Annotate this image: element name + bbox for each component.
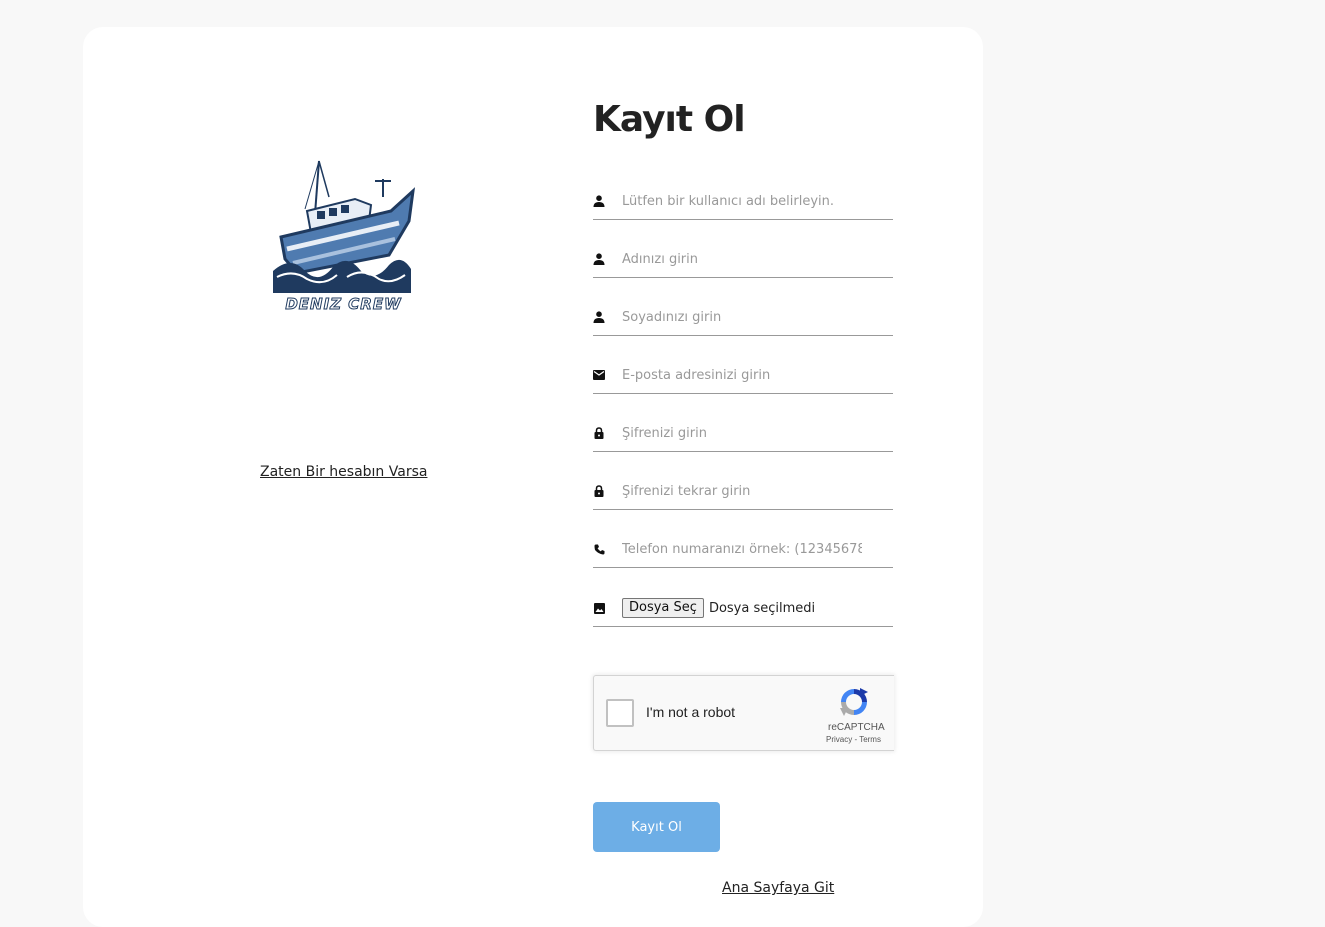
photo-upload-field: Dosya Seç Dosya seçilmedi: [593, 590, 893, 627]
register-card: DENIZ CREW Zaten Bir hesabın Varsa Kayıt…: [83, 27, 983, 927]
email-input[interactable]: [622, 367, 862, 383]
username-field: [593, 183, 893, 220]
password-confirm-input[interactable]: [622, 483, 862, 499]
password-confirm-field: [593, 473, 893, 510]
logo-text: DENIZ CREW: [285, 295, 402, 314]
recaptcha-logo-icon: [840, 688, 868, 716]
phone-input[interactable]: [622, 541, 862, 557]
home-page-link[interactable]: Ana Sayfaya Git: [722, 880, 834, 896]
recaptcha-checkbox[interactable]: [606, 699, 634, 727]
phone-icon: [593, 543, 605, 555]
person-icon: [593, 195, 605, 207]
first-name-field: [593, 241, 893, 278]
file-status-text: Dosya seçilmedi: [708, 600, 816, 616]
recaptcha-label: I'm not a robot: [646, 704, 736, 720]
first-name-input[interactable]: [622, 251, 862, 267]
person-icon: [593, 311, 605, 323]
mail-icon: [593, 369, 605, 381]
password-field: [593, 415, 893, 452]
existing-account-link[interactable]: Zaten Bir hesabın Varsa: [260, 464, 427, 480]
recaptcha-links[interactable]: Privacy - Terms: [826, 735, 881, 744]
choose-file-button[interactable]: Dosya Seç: [622, 598, 704, 618]
deniz-crew-logo: DENIZ CREW: [271, 159, 416, 321]
email-field: [593, 357, 893, 394]
image-icon: [593, 602, 605, 614]
lock-icon: [593, 485, 605, 497]
person-icon: [593, 253, 605, 265]
last-name-field: [593, 299, 893, 336]
lock-icon: [593, 427, 605, 439]
page-title: Kayıt Ol: [593, 99, 746, 140]
last-name-input[interactable]: [622, 309, 862, 325]
recaptcha-brand: reCAPTCHA: [828, 722, 885, 733]
password-input[interactable]: [622, 425, 862, 441]
phone-field: [593, 531, 893, 568]
register-button[interactable]: Kayıt Ol: [593, 802, 720, 852]
recaptcha-widget: I'm not a robot reCAPTCHA Privacy - Term…: [593, 675, 894, 751]
username-input[interactable]: [622, 193, 862, 209]
